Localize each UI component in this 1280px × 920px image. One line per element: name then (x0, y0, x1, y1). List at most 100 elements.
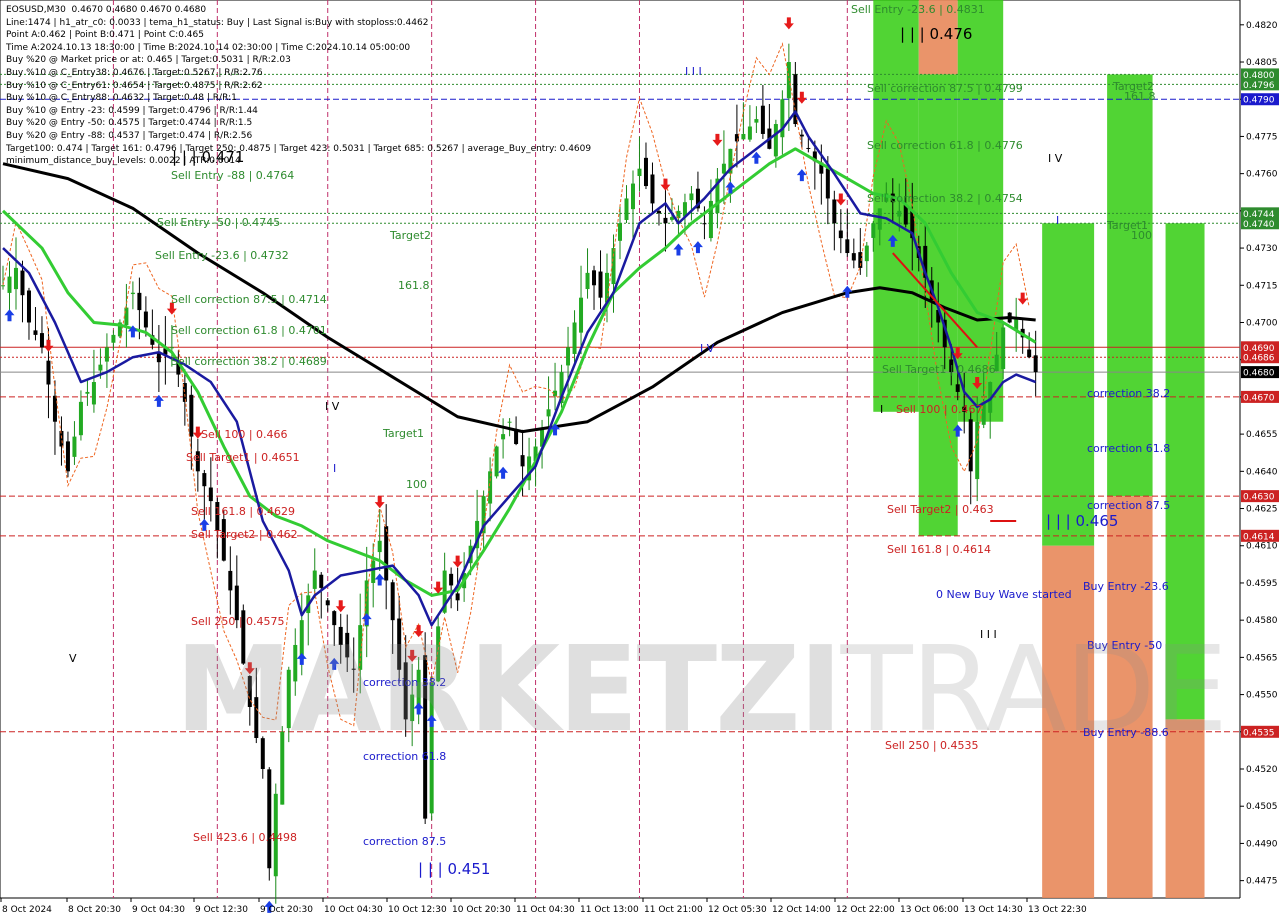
candle-body (825, 168, 830, 199)
candle-body (202, 473, 207, 487)
chart-annotation: correction 87.5 (363, 835, 446, 848)
candle-body (319, 574, 324, 588)
candle-body (494, 446, 499, 477)
info-line: Line:1474 | h1_atr_c0: 0.0033 | tema_h1_… (6, 17, 429, 28)
chart-annotation: Target2 (389, 229, 431, 242)
info-line: EOSUSD,M30 0.4670 0.4680 0.4670 0.4680 (6, 5, 207, 15)
info-line: Target100: 0.474 | Target 161: 0.4796 | … (6, 143, 592, 154)
candle-body (637, 168, 642, 177)
candle-body (85, 391, 90, 394)
candle-body (1001, 327, 1006, 370)
chart-annotation: Sell Target2 | 0.463 (887, 503, 994, 516)
candle-body (572, 322, 577, 354)
candle-body (501, 434, 506, 440)
target-zone (1042, 223, 1095, 546)
chart-annotation: | | | 0.476 (900, 25, 972, 43)
price-tag-label: 0.4796 (1243, 81, 1275, 91)
chart-annotation: I V (1048, 152, 1063, 165)
candle-body (864, 245, 869, 262)
x-tick-label: 9 Oct 20:30 (260, 905, 313, 915)
y-tick-label: 0.4775 (1246, 132, 1278, 142)
candle-body (390, 582, 395, 621)
chart-annotation: Sell 423.6 | 0.4498 (193, 831, 297, 844)
chart-annotation: Sell 161.8 | 0.4629 (191, 505, 295, 518)
chart-annotation: Sell correction 38.2 | 0.4689 (171, 355, 327, 368)
candle-body (26, 290, 31, 323)
candle-body (169, 347, 174, 349)
candle-body (702, 223, 707, 225)
candle-body (877, 208, 882, 230)
x-tick-label: 8 Oct 2024 (2, 905, 52, 915)
y-tick-label: 0.4655 (1246, 430, 1278, 440)
y-tick-label: 0.4730 (1246, 244, 1278, 254)
watermark-bold: MARKETZI (175, 620, 843, 758)
info-line: Buy %10 @ C_Entry61: 0.4654 | Target:0.4… (6, 80, 263, 91)
candle-body (689, 193, 694, 201)
price-tag-label: 0.4535 (1243, 728, 1275, 738)
x-tick-label: 10 Oct 04:30 (324, 905, 383, 915)
info-line: Buy %20 @ Entry -88: 0.4537 | Target:0.4… (6, 130, 253, 141)
x-tick-label: 12 Oct 05:30 (708, 905, 767, 915)
candle-body (806, 147, 811, 149)
info-line: Time A:2024.10.13 18:30:00 | Time B:2024… (6, 42, 411, 53)
chart-annotation: I (1056, 214, 1059, 227)
chart-annotation: 0 New Buy Wave started (936, 588, 1072, 601)
x-tick-label: 9 Oct 12:30 (195, 905, 248, 915)
candle-body (754, 119, 759, 123)
chart-annotation: Sell correction 87.5 | 0.4799 (867, 82, 1023, 95)
info-line: minimum_distance_buy_levels: 0.0022 | AT… (6, 156, 241, 167)
candle-body (1027, 349, 1032, 358)
watermark: MARKETZITRADE (175, 620, 1228, 758)
chart-annotation: Sell Entry -23.6 | 0.4732 (155, 249, 289, 262)
y-tick-label: 0.4805 (1246, 58, 1278, 68)
candle-body (72, 436, 77, 457)
chart-annotation: Sell correction 61.8 | 0.4701 (171, 324, 327, 337)
x-tick-label: 11 Oct 13:00 (580, 905, 639, 915)
candle-body (91, 382, 96, 405)
candle-body (676, 210, 681, 219)
candle-body (663, 217, 668, 224)
candle-body (585, 272, 590, 290)
x-tick-label: 12 Oct 22:00 (836, 905, 895, 915)
candle-body (124, 307, 129, 326)
chart-annotation: I (333, 462, 336, 475)
info-line: Buy %20 @ Entry -50: 0.4575 | Target:0.4… (6, 118, 253, 129)
candle-body (33, 330, 38, 335)
y-tick-label: 0.4610 (1246, 542, 1278, 552)
chart-annotation: I (880, 403, 883, 416)
price-tag-label: 0.4614 (1243, 532, 1275, 542)
candle-body (228, 570, 233, 591)
candle-body (46, 360, 51, 385)
chart-annotation: Sell correction 87.5 | 0.4714 (171, 293, 327, 306)
x-tick-label: 10 Oct 20:30 (452, 905, 511, 915)
candle-body (449, 573, 454, 586)
chart-annotation: Sell 100 | 0.467 (896, 403, 983, 416)
candle-body (312, 570, 317, 589)
candle-body (143, 311, 148, 328)
y-tick-label: 0.4565 (1246, 653, 1278, 663)
candle-body (130, 292, 135, 295)
candle-body (650, 174, 655, 204)
candle-body (871, 223, 876, 238)
target-zone (1107, 74, 1153, 497)
candle-body (514, 429, 519, 445)
info-line: Buy %10 @ C_Entry88: 0.4632 | Target:0.4… (6, 93, 237, 104)
chart-annotation: correction 87.5 (1087, 499, 1170, 512)
candle-body (371, 560, 376, 583)
candle-body (455, 593, 460, 601)
candle-body (618, 223, 622, 241)
candle-body (897, 210, 902, 217)
time-axis (0, 898, 1280, 920)
candle-body (488, 471, 493, 504)
candle-body (656, 211, 661, 214)
price-tag-label: 0.4740 (1243, 220, 1275, 230)
candle-body (955, 384, 960, 392)
y-tick-label: 0.4715 (1246, 281, 1278, 291)
chart-annotation: | | | 0.451 (418, 860, 490, 878)
chart-annotation: Sell Entry -23.6 | 0.4831 (851, 3, 985, 16)
candle-body (799, 134, 804, 137)
chart-annotation: 161.8 (398, 279, 430, 292)
info-line: Buy %20 @ Market price or at: 0.465 | Ta… (6, 55, 291, 66)
candle-body (579, 297, 584, 333)
y-tick-label: 0.4625 (1246, 505, 1278, 515)
